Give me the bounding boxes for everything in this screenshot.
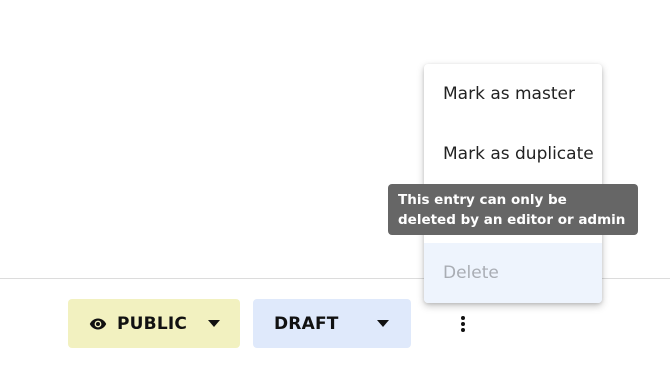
menu-item-label: Delete — [443, 263, 499, 283]
state-dropdown-button[interactable]: DRAFT — [253, 299, 411, 348]
menu-item-delete: Delete — [424, 243, 602, 303]
menu-item-label: Mark as master — [443, 84, 575, 104]
tooltip-text: This entry can only be deleted by an edi… — [398, 192, 626, 228]
more-options-button[interactable] — [451, 309, 475, 339]
page: PUBLIC DRAFT Mark as master Mark as dupl… — [0, 0, 670, 368]
eye-icon — [89, 317, 107, 331]
chevron-down-icon — [377, 320, 389, 327]
menu-item-label: Mark as duplicate — [443, 144, 594, 164]
menu-item-mark-as-duplicate[interactable]: Mark as duplicate — [424, 124, 602, 184]
delete-tooltip: This entry can only be deleted by an edi… — [388, 184, 638, 235]
menu-item-mark-as-master[interactable]: Mark as master — [424, 64, 602, 124]
visibility-label: PUBLIC — [117, 313, 188, 334]
visibility-dropdown-button[interactable]: PUBLIC — [68, 299, 240, 348]
chevron-down-icon — [208, 320, 220, 327]
state-label: DRAFT — [274, 313, 339, 334]
vertical-dots-icon — [461, 316, 465, 332]
